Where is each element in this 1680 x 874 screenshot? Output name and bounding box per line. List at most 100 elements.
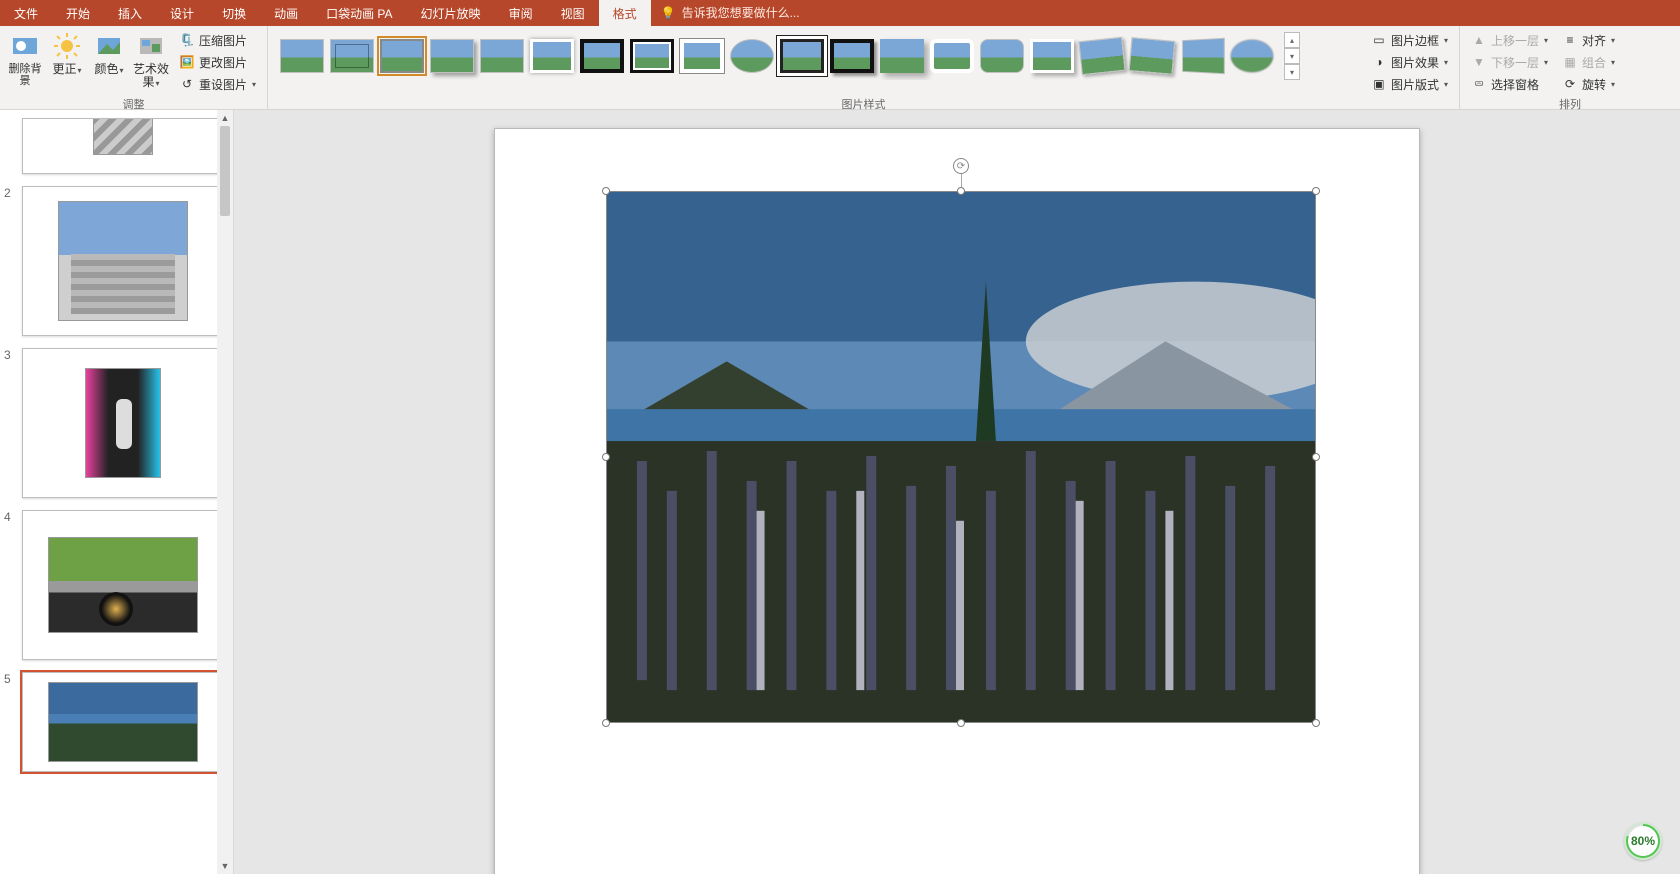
style-thumb-14[interactable] <box>930 39 974 73</box>
tab-animations[interactable]: 动画 <box>260 0 312 26</box>
thumbnails-scrollbar[interactable]: ▲ ▼ <box>217 110 233 874</box>
slide-number: 5 <box>4 672 16 772</box>
slide-thumbnails-pane[interactable]: 2 3 4 5 ▲ ▼ <box>0 110 234 874</box>
tab-design[interactable]: 设计 <box>156 0 208 26</box>
scrollbar-grip[interactable] <box>220 126 230 216</box>
picture-styles-gallery[interactable]: ▴ ▾ ▾ <box>274 28 1356 80</box>
resize-handle-t[interactable] <box>957 187 965 195</box>
style-thumb-5[interactable] <box>480 39 524 73</box>
tab-pocket-anim[interactable]: 口袋动画 PA <box>312 0 406 26</box>
resize-handle-tr[interactable] <box>1312 187 1320 195</box>
style-thumb-12[interactable] <box>830 39 874 73</box>
artistic-icon <box>136 31 166 61</box>
tab-slideshow[interactable]: 幻灯片放映 <box>407 0 495 26</box>
slide-thumb-5[interactable]: 5 <box>4 672 223 772</box>
compress-picture-button[interactable]: 🗜️压缩图片 <box>174 30 261 50</box>
style-thumb-18[interactable] <box>1129 37 1176 75</box>
slide-thumb-3[interactable]: 3 <box>4 348 223 498</box>
style-thumb-17[interactable] <box>1078 37 1125 75</box>
selection-pane-button[interactable]: ⮹选择窗格 <box>1466 74 1553 94</box>
scroll-up-icon[interactable]: ▲ <box>217 110 233 126</box>
rotate-connector <box>961 174 962 188</box>
style-thumb-9[interactable] <box>680 39 724 73</box>
align-button[interactable]: ≡对齐▾ <box>1557 30 1620 50</box>
slide-number: 3 <box>4 348 16 498</box>
gallery-scroll: ▴ ▾ ▾ <box>1284 32 1300 80</box>
tab-insert[interactable]: 插入 <box>104 0 156 26</box>
zoom-indicator[interactable]: 80% <box>1624 822 1662 860</box>
slide-number: 4 <box>4 510 16 660</box>
slide-canvas[interactable]: ⟳ <box>494 128 1420 874</box>
gallery-scroll-down[interactable]: ▾ <box>1284 48 1300 64</box>
reset-picture-button[interactable]: ↺重设图片▾ <box>174 74 261 94</box>
rotate-button[interactable]: ⟳旋转▾ <box>1557 74 1620 94</box>
picture-layout-button[interactable]: ▣图片版式▾ <box>1366 74 1453 94</box>
corrections-button[interactable]: 更正▾ <box>48 28 86 78</box>
style-thumb-13[interactable] <box>880 39 924 73</box>
style-thumb-7[interactable] <box>580 39 624 73</box>
tab-file[interactable]: 文件 <box>0 0 52 26</box>
picture-content <box>607 192 1315 722</box>
slide-canvas-area[interactable]: ⟳ <box>234 110 1680 874</box>
layout-icon: ▣ <box>1371 76 1387 92</box>
compress-icon: 🗜️ <box>179 32 195 48</box>
bring-forward-button[interactable]: ▲上移一层▾ <box>1466 30 1553 50</box>
reset-icon: ↺ <box>179 76 195 92</box>
border-icon: ▭ <box>1371 32 1387 48</box>
style-thumb-8[interactable] <box>630 39 674 73</box>
style-thumb-15[interactable] <box>980 39 1024 73</box>
ribbon-group-arrange: ▲上移一层▾ ▼下移一层▾ ⮹选择窗格 ≡对齐▾ ▦组合▾ ⟳旋转▾ 排列 <box>1460 26 1680 109</box>
style-thumb-11[interactable] <box>780 39 824 73</box>
ribbon-group-styles: ▴ ▾ ▾ ▭图片边框▾ ◑图片效果▾ ▣图片版式▾ 图片样式 <box>268 26 1460 109</box>
tab-home[interactable]: 开始 <box>52 0 104 26</box>
resize-handle-br[interactable] <box>1312 719 1320 727</box>
tab-view[interactable]: 视图 <box>547 0 599 26</box>
group-icon: ▦ <box>1562 54 1578 70</box>
change-picture-icon: 🖼️ <box>179 54 195 70</box>
bring-forward-icon: ▲ <box>1471 32 1487 48</box>
resize-handle-bl[interactable] <box>602 719 610 727</box>
send-backward-button[interactable]: ▼下移一层▾ <box>1466 52 1553 72</box>
style-thumb-2[interactable] <box>330 39 374 73</box>
remove-background-button[interactable]: 删除背景 <box>6 28 44 88</box>
tab-transitions[interactable]: 切换 <box>208 0 260 26</box>
slide-number: 2 <box>4 186 16 336</box>
resize-handle-tl[interactable] <box>602 187 610 195</box>
slide-thumb-2[interactable]: 2 <box>4 186 223 336</box>
ribbon: 删除背景 更正▾ 颜色▾ 艺术效果▾ 🗜️压缩图片 🖼️更改图片 ↺重设图片▾ … <box>0 26 1680 110</box>
slide-thumb-1[interactable] <box>4 118 223 174</box>
picture-effects-button[interactable]: ◑图片效果▾ <box>1366 52 1453 72</box>
resize-handle-r[interactable] <box>1312 453 1320 461</box>
picture-border-button[interactable]: ▭图片边框▾ <box>1366 30 1453 50</box>
align-icon: ≡ <box>1562 32 1578 48</box>
slide-thumb-4[interactable]: 4 <box>4 510 223 660</box>
style-thumb-6[interactable] <box>530 39 574 73</box>
brightness-icon <box>52 31 82 61</box>
slide-number <box>4 118 16 174</box>
gallery-scroll-up[interactable]: ▴ <box>1284 32 1300 48</box>
send-backward-icon: ▼ <box>1471 54 1487 70</box>
change-picture-button[interactable]: 🖼️更改图片 <box>174 52 261 72</box>
style-thumb-1[interactable] <box>280 39 324 73</box>
style-thumb-16[interactable] <box>1030 39 1074 73</box>
tab-format[interactable]: 格式 <box>599 0 651 26</box>
resize-handle-l[interactable] <box>602 453 610 461</box>
selected-picture[interactable]: ⟳ <box>606 191 1316 723</box>
style-thumb-10[interactable] <box>730 39 774 73</box>
color-button[interactable]: 颜色▾ <box>90 28 128 78</box>
gallery-more[interactable]: ▾ <box>1284 64 1300 80</box>
ribbon-group-adjust: 删除背景 更正▾ 颜色▾ 艺术效果▾ 🗜️压缩图片 🖼️更改图片 ↺重设图片▾ … <box>0 26 268 109</box>
tell-me[interactable]: 💡 <box>651 0 952 26</box>
rotate-handle[interactable]: ⟳ <box>953 158 969 174</box>
tab-review[interactable]: 审阅 <box>495 0 547 26</box>
resize-handle-b[interactable] <box>957 719 965 727</box>
group-button[interactable]: ▦组合▾ <box>1557 52 1620 72</box>
style-thumb-20[interactable] <box>1230 39 1274 73</box>
scroll-down-icon[interactable]: ▼ <box>217 858 233 874</box>
style-thumb-4[interactable] <box>430 39 474 73</box>
lightbulb-icon: 💡 <box>661 6 676 20</box>
style-thumb-19[interactable] <box>1182 38 1225 75</box>
style-thumb-3[interactable] <box>380 39 424 73</box>
tell-me-input[interactable] <box>682 6 942 20</box>
artistic-effects-button[interactable]: 艺术效果▾ <box>132 28 170 91</box>
